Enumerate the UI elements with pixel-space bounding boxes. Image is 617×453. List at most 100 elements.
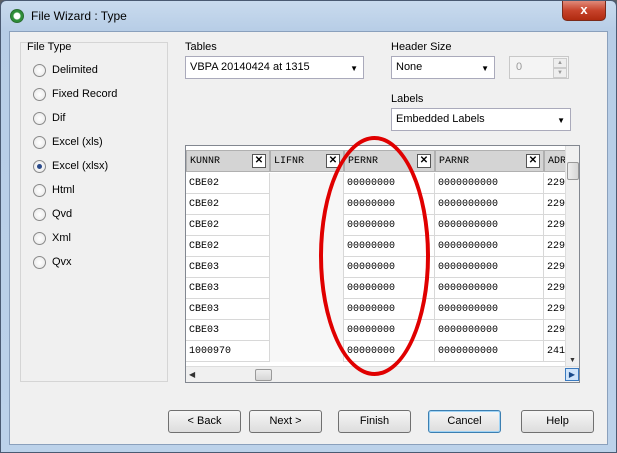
table-cell: 00000000 (344, 278, 435, 299)
radio-html[interactable]: Html (33, 182, 75, 198)
qlikview-app-icon (10, 9, 24, 23)
grid-header: KUNNR ✕ LIFNR ✕ PERNR ✕ PARNR ✕ ADR (186, 150, 566, 172)
table-cell (270, 236, 344, 257)
radio-button[interactable] (33, 111, 46, 125)
radio-dif[interactable]: Dif (33, 110, 65, 126)
radio-label: Fixed Record (52, 88, 118, 100)
radio-button[interactable] (33, 63, 46, 77)
column-header-label: PARNR (439, 156, 470, 167)
vertical-scrollbar[interactable]: ▼ (565, 146, 579, 366)
cancel-button[interactable]: Cancel (428, 410, 501, 433)
window-title: File Wizard : Type (31, 9, 127, 23)
table-cell: 1000970 (186, 341, 270, 362)
column-header-lifnr[interactable]: LIFNR ✕ (270, 150, 344, 172)
table-cell (270, 215, 344, 236)
radio-button[interactable] (33, 135, 46, 149)
table-cell: 22986 (544, 194, 566, 215)
table-cell: 0000000000 (435, 194, 544, 215)
table-cell: 0000000000 (435, 341, 544, 362)
header-size-value: None (396, 61, 423, 73)
close-window-button[interactable]: x (562, 1, 606, 21)
chevron-down-icon: ▼ (350, 64, 358, 73)
data-preview-grid[interactable]: KUNNR ✕ LIFNR ✕ PERNR ✕ PARNR ✕ ADR CBE0… (185, 145, 580, 383)
table-cell: CBE03 (186, 257, 270, 278)
table-row: CBE0300000000000000000022985 (186, 278, 566, 299)
table-cell: 00000000 (344, 341, 435, 362)
column-header-label: LIFNR (274, 156, 305, 167)
remove-column-icon[interactable]: ✕ (417, 154, 431, 168)
tables-dropdown[interactable]: VBPA 20140424 at 1315 ▼ (185, 56, 364, 79)
table-cell: 0000000000 (435, 299, 544, 320)
table-cell: CBE03 (186, 320, 270, 341)
radio-label: Excel (xlsx) (52, 160, 109, 172)
column-header-kunnr[interactable]: KUNNR ✕ (186, 150, 270, 172)
table-cell: CBE02 (186, 194, 270, 215)
table-cell: 22986 (544, 173, 566, 194)
table-cell: 00000000 (344, 320, 435, 341)
table-row: CBE0300000000000000000022985 (186, 257, 566, 278)
table-row: CBE0200000000000000000022986 (186, 215, 566, 236)
wizard-client-area: File Type Delimited Fixed Record Dif Exc… (9, 31, 608, 445)
header-size-spinner[interactable]: 0 ▲ ▼ (509, 56, 569, 79)
remove-column-icon[interactable]: ✕ (326, 154, 340, 168)
radio-button[interactable] (33, 87, 46, 101)
scroll-thumb[interactable] (255, 369, 272, 381)
table-cell (270, 173, 344, 194)
horizontal-scrollbar[interactable]: ◀ ▶ (186, 366, 579, 382)
scroll-left-icon[interactable]: ◀ (189, 370, 195, 379)
table-cell: 22986 (544, 236, 566, 257)
radio-fixed-record[interactable]: Fixed Record (33, 86, 117, 102)
radio-label: Qvd (52, 208, 73, 220)
table-cell (270, 320, 344, 341)
radio-delimited[interactable]: Delimited (33, 62, 98, 78)
table-row: CBE0200000000000000000022986 (186, 173, 566, 194)
finish-button[interactable]: Finish (338, 410, 411, 433)
next-button[interactable]: Next > (249, 410, 322, 433)
radio-label: Qvx (52, 256, 72, 268)
labels-dropdown[interactable]: Embedded Labels ▼ (391, 108, 571, 131)
spin-up-icon[interactable]: ▲ (553, 58, 567, 68)
table-cell: 22985 (544, 278, 566, 299)
remove-column-icon[interactable]: ✕ (526, 154, 540, 168)
radio-qvd[interactable]: Qvd (33, 206, 72, 222)
help-button[interactable]: Help (521, 410, 594, 433)
scroll-right-icon[interactable]: ▶ (565, 368, 579, 381)
radio-button[interactable] (33, 231, 46, 245)
radio-qvx[interactable]: Qvx (33, 254, 72, 270)
table-cell: 00000000 (344, 236, 435, 257)
tables-value: VBPA 20140424 at 1315 (190, 61, 310, 73)
table-cell: 24148 (544, 341, 566, 362)
scroll-thumb[interactable] (567, 162, 579, 180)
table-cell: CBE02 (186, 173, 270, 194)
radio-button[interactable] (33, 255, 46, 269)
remove-column-icon[interactable]: ✕ (252, 154, 266, 168)
radio-button[interactable] (33, 183, 46, 197)
scroll-down-icon[interactable]: ▼ (569, 357, 576, 364)
spin-down-icon[interactable]: ▼ (553, 68, 567, 78)
table-cell: 00000000 (344, 194, 435, 215)
table-cell (270, 341, 344, 362)
radio-excel-xlsx[interactable]: Excel (xlsx) (33, 158, 108, 174)
table-row: CBE0300000000000000000022985 (186, 320, 566, 341)
table-cell: 0000000000 (435, 173, 544, 194)
grid-viewport: KUNNR ✕ LIFNR ✕ PERNR ✕ PARNR ✕ ADR CBE0… (186, 146, 566, 366)
column-header-adrnr[interactable]: ADRNR (544, 150, 566, 172)
table-cell (270, 278, 344, 299)
table-row: 100097000000000000000000024148 (186, 341, 566, 362)
table-cell: 0000000000 (435, 257, 544, 278)
table-cell: CBE02 (186, 236, 270, 257)
back-button[interactable]: < Back (168, 410, 241, 433)
table-cell (270, 299, 344, 320)
radio-label: Excel (xls) (52, 136, 103, 148)
radio-button-selected[interactable] (33, 159, 46, 173)
header-size-dropdown[interactable]: None ▼ (391, 56, 495, 79)
table-row: CBE0200000000000000000022986 (186, 194, 566, 215)
column-header-label: ADRNR (548, 156, 566, 167)
column-header-pernr[interactable]: PERNR ✕ (344, 150, 435, 172)
radio-xml[interactable]: Xml (33, 230, 71, 246)
radio-excel-xls[interactable]: Excel (xls) (33, 134, 103, 150)
radio-button[interactable] (33, 207, 46, 221)
table-cell: 22986 (544, 215, 566, 236)
chevron-down-icon: ▼ (557, 116, 565, 125)
column-header-parnr[interactable]: PARNR ✕ (435, 150, 544, 172)
